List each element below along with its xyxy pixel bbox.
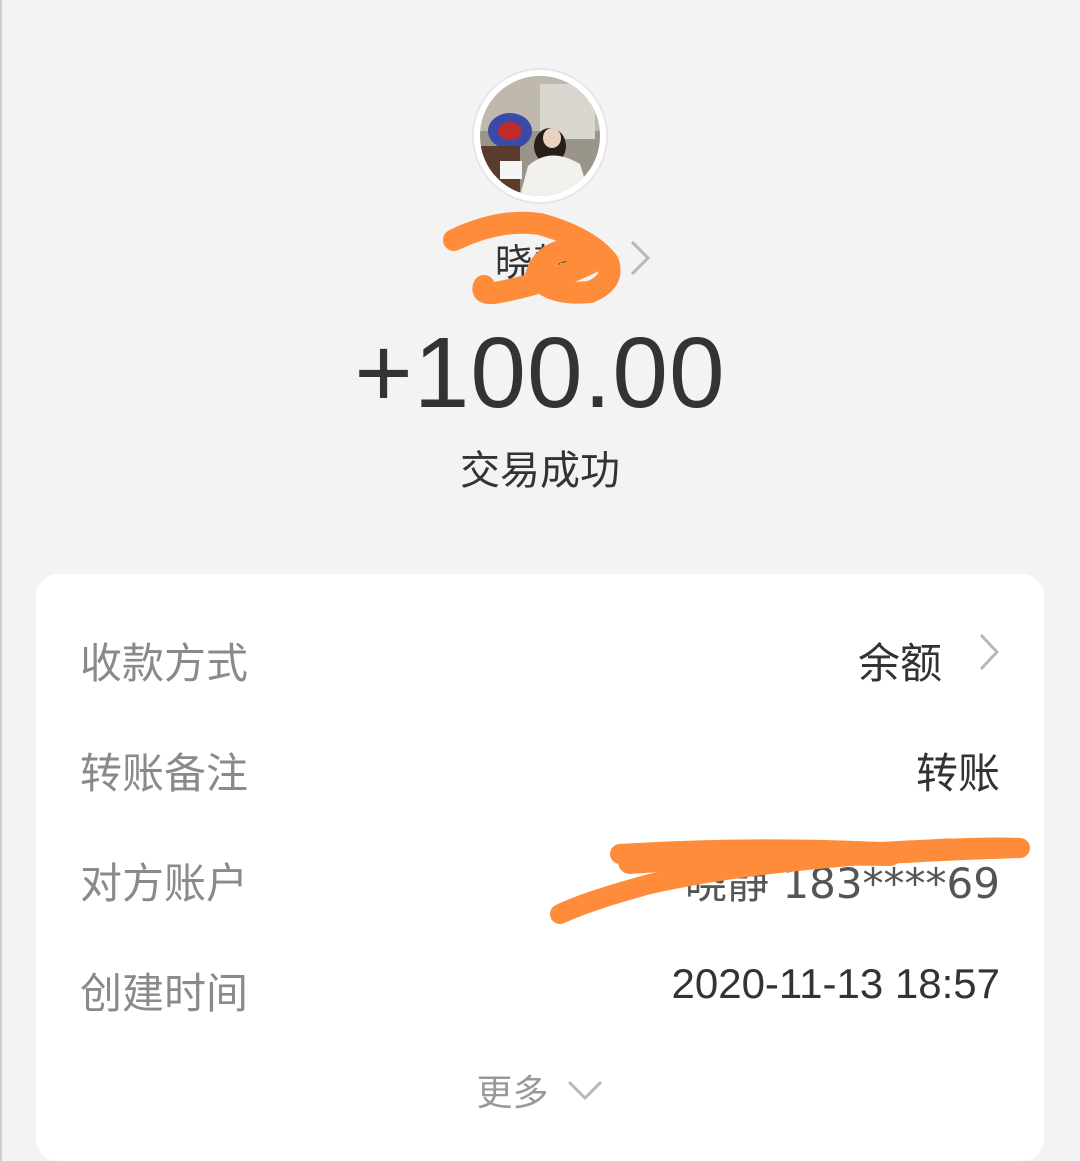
payment-method-value: 余额 — [857, 639, 942, 688]
account-redaction-scribble — [550, 837, 1030, 924]
created-time-label: 创建时间 — [80, 969, 249, 1018]
created-time-value: 2020-11-13 18:57 — [671, 960, 1001, 1007]
transfer-note-label: 转账备注 — [80, 749, 249, 798]
chevron-right-icon — [630, 240, 651, 276]
counterparty-account-label: 对方账户 — [80, 859, 249, 908]
more-label: 更多 — [476, 1073, 549, 1114]
avatar[interactable] — [474, 70, 606, 202]
counterparty-name-row[interactable]: 晓静 — [440, 210, 680, 310]
created-time-row: 创建时间 2020-11-13 18:57 — [80, 948, 1000, 1018]
transaction-amount: +100.00 — [354, 317, 726, 429]
chevron-down-icon — [567, 1080, 602, 1101]
more-button[interactable]: 更多 — [36, 1064, 1044, 1114]
chevron-right-icon — [979, 633, 1000, 671]
transaction-status: 交易成功 — [460, 448, 620, 494]
payment-method-row[interactable]: 收款方式 余额 — [80, 618, 1000, 688]
window-edge — [0, 0, 2, 1161]
payment-method-label: 收款方式 — [80, 639, 249, 688]
avatar-photo — [480, 76, 600, 196]
details-card: 收款方式 余额 转账备注 转账 对方账户 晓静 183****69 创建时间 2… — [36, 574, 1044, 1161]
transfer-note-value: 转账 — [915, 749, 1000, 798]
transfer-note-row: 转账备注 转账 — [80, 728, 1000, 798]
